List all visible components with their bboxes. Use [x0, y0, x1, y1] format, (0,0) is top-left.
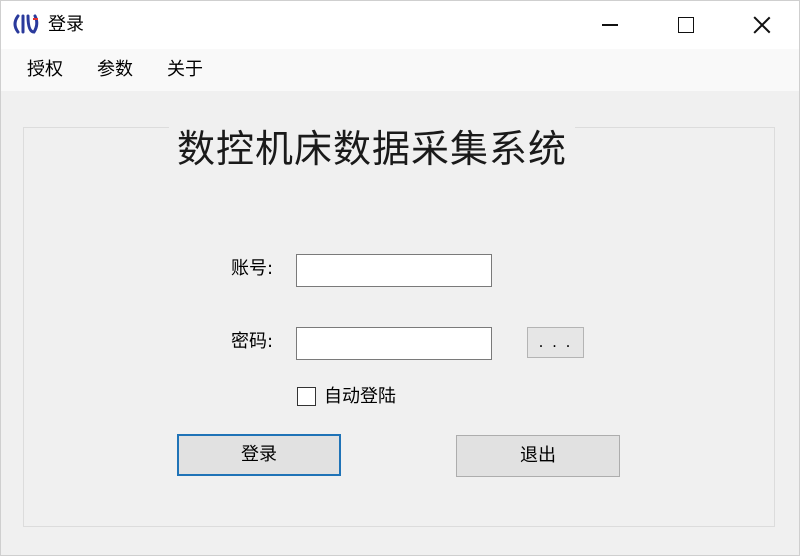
system-heading: 数控机床数据采集系统: [169, 121, 576, 177]
menu-bar: 授权 参数 关于: [1, 49, 799, 91]
password-label: 密码:: [231, 331, 274, 352]
login-window: 登录 授权 参数 关于 数控机床数据采集系统 账号: 密码: . . . 自动登…: [0, 0, 800, 556]
app-logo-icon: [13, 14, 39, 34]
menu-about[interactable]: 关于: [167, 57, 203, 83]
title-bar[interactable]: 登录: [1, 1, 799, 49]
minimize-icon: [602, 24, 618, 26]
browse-button[interactable]: . . .: [527, 327, 584, 358]
close-button[interactable]: [729, 1, 795, 49]
close-icon: [753, 16, 771, 34]
login-button[interactable]: 登录: [177, 434, 341, 476]
minimize-button[interactable]: [577, 1, 643, 49]
auto-login-label[interactable]: 自动登陆: [324, 384, 396, 410]
maximize-icon: [678, 17, 694, 33]
password-input[interactable]: [296, 327, 492, 360]
menu-parameters[interactable]: 参数: [97, 57, 133, 83]
account-input[interactable]: [296, 254, 492, 287]
auto-login-checkbox[interactable]: [297, 387, 316, 406]
window-title: 登录: [48, 14, 84, 35]
exit-button[interactable]: 退出: [456, 435, 620, 477]
account-label: 账号:: [231, 258, 274, 279]
maximize-button[interactable]: [653, 1, 719, 49]
menu-authorize[interactable]: 授权: [27, 57, 63, 83]
